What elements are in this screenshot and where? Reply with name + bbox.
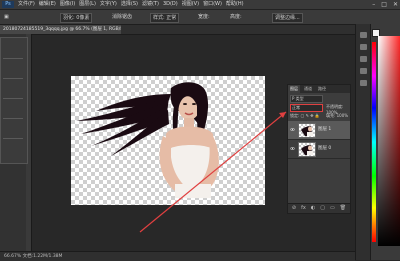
menu-filter[interactable]: 滤镜(T): [142, 1, 159, 8]
menu-layer[interactable]: 图层(L): [79, 1, 96, 8]
menu-image[interactable]: 图像(I): [60, 1, 75, 8]
menu-edit[interactable]: 编辑(E): [39, 1, 56, 8]
layer-thumbnail: [298, 123, 316, 138]
style-select[interactable]: 样式: 正常: [150, 13, 180, 23]
portrait-image: [76, 82, 219, 198]
menu-select[interactable]: 选择(S): [121, 1, 138, 8]
menu-window[interactable]: 窗口(W): [203, 1, 222, 8]
menu-view[interactable]: 视图(V): [182, 1, 199, 8]
options-bar: ▣ 羽化: 0像素 消除锯齿 样式: 正常 宽度: 高度: 调整边缘...: [0, 10, 400, 25]
hue-slider[interactable]: [372, 42, 376, 242]
character-icon[interactable]: [360, 80, 367, 86]
height-label: 高度:: [230, 14, 242, 20]
swatches-icon[interactable]: [360, 56, 367, 62]
blend-mode-select[interactable]: 正常: [290, 104, 323, 112]
layer-name[interactable]: 图层 1: [318, 126, 331, 133]
menu-3d[interactable]: 3D(D): [163, 1, 178, 8]
feather-field[interactable]: 羽化: 0像素: [60, 13, 93, 23]
lock-controls[interactable]: 锁定: ▢ ✎ ✥ 🔒: [290, 113, 320, 119]
marquee-tool-icon[interactable]: ▣: [4, 13, 9, 21]
maximize-icon[interactable]: □: [381, 0, 387, 9]
adjustment-layer-icon[interactable]: ◐: [311, 204, 315, 213]
anti-alias-checkbox[interactable]: 消除锯齿: [112, 13, 132, 21]
new-layer-icon[interactable]: ▭: [330, 204, 335, 213]
refine-edge-button[interactable]: 调整边缘...: [272, 13, 303, 23]
layer-row-0[interactable]: 图层 0: [288, 140, 350, 159]
mask-icon[interactable]: ▢: [320, 204, 325, 213]
close-icon[interactable]: ✕: [393, 0, 398, 9]
layers-footer: ⊘ fx ◐ ▢ ▭ 🗑: [288, 203, 350, 213]
fx-icon[interactable]: fx: [301, 204, 306, 213]
layers-panel-tabs: 图层 通道 路径: [288, 85, 350, 93]
photoshop-logo: Ps: [2, 1, 14, 8]
menu-help[interactable]: 帮助(H): [226, 1, 244, 8]
document-canvas[interactable]: [71, 76, 265, 205]
brush-presets-icon[interactable]: [360, 68, 367, 74]
tab-channels[interactable]: 通道: [304, 85, 312, 93]
properties-icon[interactable]: [360, 44, 367, 50]
layers-panel: 图层 通道 路径 P 类型 正常 不透明度: 100% 锁定: ▢ ✎ ✥ 🔒 …: [287, 84, 351, 214]
window-controls: – □ ✕: [372, 0, 398, 9]
color-picker-field[interactable]: [378, 36, 400, 246]
menu-file[interactable]: 文件(F): [18, 1, 35, 8]
minimize-icon[interactable]: –: [372, 0, 375, 9]
layer-row-1[interactable]: 图层 1: [288, 121, 350, 140]
document-tab[interactable]: 20180724185519_3qqqq.jpg @ 66.7% (图层 1, …: [0, 25, 121, 34]
tab-layers[interactable]: 图层: [288, 85, 300, 93]
document-tab-bar: 20180724185519_3qqqq.jpg @ 66.7% (图层 1, …: [0, 25, 355, 35]
panel-icon-dock: [355, 24, 371, 260]
layer-name[interactable]: 图层 0: [318, 145, 331, 152]
eye-icon[interactable]: [290, 127, 295, 132]
layer-filter-select[interactable]: P 类型: [290, 95, 323, 103]
menu-type[interactable]: 文字(Y): [100, 1, 117, 8]
eye-icon[interactable]: [290, 146, 295, 151]
trash-icon[interactable]: 🗑: [340, 204, 346, 213]
tab-paths[interactable]: 路径: [318, 85, 326, 93]
menu-list: 文件(F) 编辑(E) 图像(I) 图层(L) 文字(Y) 选择(S) 滤镜(T…: [18, 1, 244, 8]
history-icon[interactable]: [360, 32, 367, 38]
menu-bar: Ps 文件(F) 编辑(E) 图像(I) 图层(L) 文字(Y) 选择(S) 滤…: [0, 0, 400, 10]
floating-panel: [0, 37, 28, 164]
link-layers-icon[interactable]: ⊘: [292, 204, 296, 213]
fill-field[interactable]: 填充: 100%: [326, 113, 348, 119]
layer-thumbnail: [298, 142, 316, 157]
width-label: 宽度:: [198, 14, 210, 20]
